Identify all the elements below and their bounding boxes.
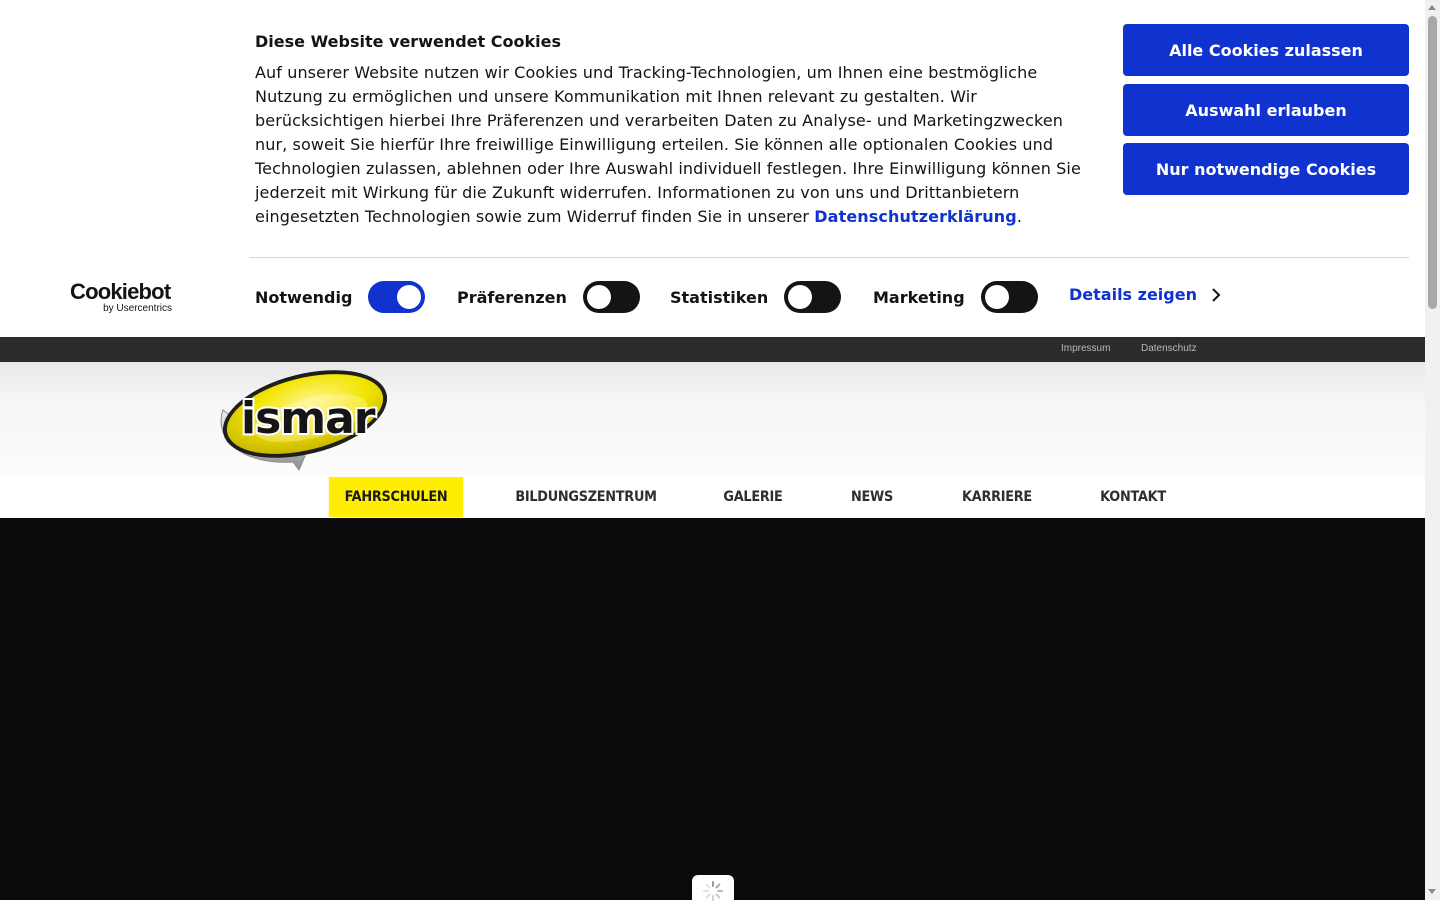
- cookiebot-brand-sub: by Usercentrics: [103, 303, 172, 314]
- toggle-knob: [586, 285, 611, 309]
- cookie-consent-banner: Diese Website verwendet Cookies Auf unse…: [0, 0, 1425, 337]
- show-details-link[interactable]: Details zeigen: [1069, 285, 1221, 304]
- nav-bildungszentrum[interactable]: BILDUNGSZENTRUM: [511, 477, 660, 517]
- impressum-link[interactable]: Impressum: [1061, 343, 1110, 354]
- toggle-notwendig[interactable]: [368, 281, 426, 313]
- toggle-praeferenzen[interactable]: [582, 281, 640, 313]
- nav-karriere[interactable]: KARRIERE: [956, 477, 1039, 517]
- site-header: ismar ismar FAHRSCHULEN BILDUNGSZENTRUM …: [0, 362, 1425, 518]
- nav-fahrschulen[interactable]: FAHRSCHULEN: [328, 477, 464, 517]
- show-details-label: Details zeigen: [1069, 285, 1197, 304]
- cookie-text-body: Auf unserer Website nutzen wir Cookies u…: [255, 63, 1081, 226]
- cookie-banner-title: Diese Website verwendet Cookies: [255, 32, 561, 51]
- toggle-group-statistiken: Statistiken: [670, 281, 842, 313]
- cookie-banner-divider: [249, 257, 1409, 258]
- logo-graphic: ismar ismar: [220, 370, 388, 471]
- toggle-label-marketing: Marketing: [873, 287, 965, 307]
- toggle-group-marketing: Marketing: [873, 281, 1038, 313]
- toggle-group-notwendig: Notwendig: [255, 281, 426, 313]
- toggle-label-statistiken: Statistiken: [670, 287, 769, 307]
- scrollbar-thumb[interactable]: [1428, 16, 1437, 309]
- toggle-label-praeferenzen: Präferenzen: [457, 287, 567, 307]
- toggle-knob: [984, 285, 1009, 309]
- nav-galerie[interactable]: GALERIE: [720, 477, 786, 517]
- cookie-text-end: .: [1016, 207, 1022, 226]
- cookiebot-logo[interactable]: Cookiebot by Usercentrics: [70, 281, 180, 315]
- toggle-knob: [397, 285, 422, 309]
- datenschutz-link[interactable]: Datenschutz: [1141, 343, 1197, 354]
- main-navigation: FAHRSCHULEN BILDUNGSZENTRUM GALERIE NEWS…: [0, 477, 1425, 518]
- hero-slider: [0, 518, 1425, 905]
- top-utility-bar: Impressum Datenschutz: [0, 337, 1425, 362]
- scroll-down-arrow-icon[interactable]: [1428, 889, 1436, 894]
- toggle-label-notwendig: Notwendig: [255, 287, 353, 307]
- cookiebot-brand-name: Cookiebot: [70, 279, 171, 304]
- toggle-knob: [788, 285, 813, 309]
- nav-news[interactable]: NEWS: [845, 477, 898, 517]
- page-scrollbar[interactable]: [1425, 0, 1440, 900]
- ismar-logo[interactable]: ismar ismar: [213, 370, 395, 478]
- spinner-icon: [692, 875, 734, 905]
- allow-all-cookies-button[interactable]: Alle Cookies zulassen: [1123, 24, 1409, 76]
- cookie-banner-text: Auf unserer Website nutzen wir Cookies u…: [255, 61, 1085, 229]
- privacy-policy-link[interactable]: Datenschutzerklärung: [814, 207, 1017, 226]
- allow-selection-button[interactable]: Auswahl erlauben: [1123, 84, 1409, 136]
- chevron-right-icon: [1212, 287, 1221, 302]
- necessary-cookies-only-button[interactable]: Nur notwendige Cookies: [1123, 143, 1409, 195]
- toggle-statistiken[interactable]: [784, 281, 842, 313]
- nav-kontakt[interactable]: KONTAKT: [1095, 477, 1170, 517]
- toggle-marketing[interactable]: [980, 281, 1038, 313]
- svg-text:ismar: ismar: [241, 393, 376, 444]
- scroll-up-arrow-icon[interactable]: [1428, 5, 1436, 10]
- toggle-group-praeferenzen: Präferenzen: [457, 281, 640, 313]
